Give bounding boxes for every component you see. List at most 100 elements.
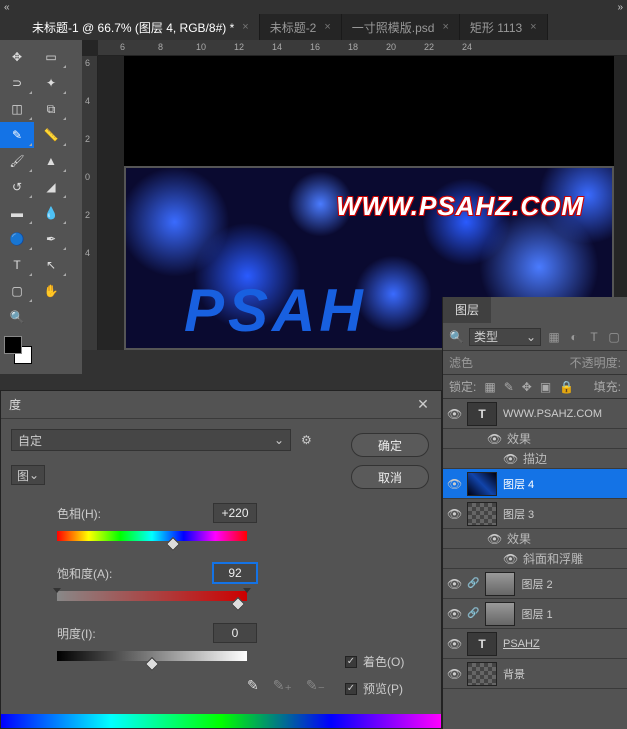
hue-label: 色相(H): — [57, 505, 101, 522]
brush-tool[interactable]: 🖌 — [0, 148, 34, 174]
document-tab[interactable]: 未标题-2× — [260, 14, 342, 40]
layer-thumb — [467, 662, 497, 686]
layer-row[interactable]: 👁 T PSAHZ — [443, 629, 627, 659]
dodge-tool[interactable]: 🔵 — [0, 226, 34, 252]
visibility-icon[interactable]: 👁 — [487, 532, 501, 546]
slice-tool[interactable]: ⧉ — [34, 96, 68, 122]
close-tab-icon[interactable]: × — [530, 21, 536, 33]
shape-tool[interactable]: ▢ — [0, 278, 34, 304]
visibility-icon[interactable]: 👁 — [447, 607, 461, 621]
document-tab[interactable]: 一寸照模版.psd× — [342, 14, 460, 40]
filter-adjust-icon[interactable]: ◐ — [567, 330, 581, 344]
visibility-icon[interactable]: 👁 — [447, 667, 461, 681]
visibility-icon[interactable]: 👁 — [487, 432, 501, 446]
filter-shape-icon[interactable]: ▢ — [607, 330, 621, 344]
type-layer-icon: T — [467, 632, 497, 656]
eyedropper-sub-icon[interactable]: ✎₋ — [306, 677, 325, 694]
blend-mode[interactable]: 滤色 — [449, 354, 473, 371]
layer-row[interactable]: 👁 图层 4 — [443, 469, 627, 499]
visibility-icon[interactable]: 👁 — [447, 507, 461, 521]
lasso-tool[interactable]: ⊃ — [0, 70, 34, 96]
close-icon[interactable]: ✕ — [413, 396, 433, 413]
menu-chevron-left[interactable]: « — [4, 2, 10, 13]
sat-value[interactable]: 92 — [213, 563, 257, 583]
colorize-checkbox[interactable]: ✓着色(O) — [345, 653, 404, 670]
link-icon[interactable]: 🔗 — [467, 608, 479, 619]
layer-name[interactable]: 图层 3 — [503, 506, 623, 522]
visibility-icon[interactable]: 👁 — [447, 407, 461, 421]
lock-pixel-icon[interactable]: ✎ — [504, 380, 514, 394]
layer-name[interactable]: WWW.PSAHZ.COM — [503, 408, 623, 420]
document-tab[interactable]: 未标题-1 @ 66.7% (图层 4, RGB/8#) *× — [22, 14, 260, 40]
filter-type-select[interactable]: 类型⌄ — [469, 328, 541, 346]
gradient-tool[interactable]: ▬ — [0, 200, 34, 226]
sat-slider[interactable] — [57, 591, 247, 601]
move-tool[interactable]: ✥ — [0, 44, 34, 70]
marquee-tool[interactable]: ▭ — [34, 44, 68, 70]
link-icon[interactable]: 🔗 — [467, 578, 479, 589]
zoom-tool[interactable]: 🔍 — [0, 304, 34, 330]
layer-row[interactable]: 👁 🔗 图层 1 — [443, 599, 627, 629]
preset-select[interactable]: 自定⌄ — [11, 429, 291, 451]
close-tab-icon[interactable]: × — [442, 21, 448, 33]
lock-pos-icon[interactable]: ✥ — [522, 380, 532, 394]
lock-all-icon[interactable]: ▦ — [484, 380, 495, 394]
fx-label: 效果 — [507, 430, 531, 447]
pen-tool[interactable]: ✒ — [34, 226, 68, 252]
type-tool[interactable]: T — [0, 252, 34, 278]
document-tab[interactable]: 矩形 1113× — [460, 14, 548, 40]
stamp-tool[interactable]: ▲ — [34, 148, 68, 174]
hue-slider[interactable] — [57, 531, 247, 541]
cancel-button[interactable]: 取消 — [351, 465, 429, 489]
hand-tool[interactable]: ✋ — [34, 278, 68, 304]
layers-tab[interactable]: 图层 — [443, 297, 491, 323]
path-tool[interactable]: ↖ — [34, 252, 68, 278]
layer-name[interactable]: 背景 — [503, 666, 623, 682]
visibility-icon[interactable]: 👁 — [447, 637, 461, 651]
channel-select[interactable]: 图 ⌄ — [11, 465, 45, 485]
fx-item[interactable]: 斜面和浮雕 — [523, 550, 583, 567]
color-swatch[interactable] — [4, 336, 32, 364]
visibility-icon[interactable]: 👁 — [447, 577, 461, 591]
hue-bar — [1, 714, 441, 728]
layer-name[interactable]: 图层 1 — [521, 606, 623, 622]
layer-name[interactable]: 图层 4 — [503, 476, 623, 492]
layer-thumb — [485, 572, 515, 596]
visibility-icon[interactable]: 👁 — [447, 477, 461, 491]
fx-label: 效果 — [507, 530, 531, 547]
hue-value[interactable]: +220 — [213, 503, 257, 523]
filter-type-icon[interactable]: T — [587, 330, 601, 344]
close-tab-icon[interactable]: × — [242, 21, 248, 33]
fx-item[interactable]: 描边 — [523, 450, 547, 467]
layer-row[interactable]: 👁 背景 — [443, 659, 627, 689]
visibility-icon[interactable]: 👁 — [503, 452, 517, 466]
lock-icon[interactable]: 🔒 — [559, 380, 574, 394]
document-tabs: 未标题-1 @ 66.7% (图层 4, RGB/8#) *×未标题-2×一寸照… — [0, 14, 627, 40]
layer-row[interactable]: 👁TWWW.PSAHZ.COM — [443, 399, 627, 429]
preset-value: 自定 — [18, 432, 42, 449]
eyedropper-main-icon[interactable]: ✎ — [247, 677, 259, 694]
crop-tool[interactable]: ◫ — [0, 96, 34, 122]
lig-slider[interactable] — [57, 651, 247, 661]
wand-tool[interactable]: ✦ — [34, 70, 68, 96]
close-tab-icon[interactable]: × — [324, 21, 330, 33]
history-brush-tool[interactable]: ↺ — [0, 174, 34, 200]
layer-row[interactable]: 👁 图层 3 — [443, 499, 627, 529]
eyedropper-add-icon[interactable]: ✎₊ — [273, 677, 292, 694]
search-icon[interactable]: 🔍 — [449, 330, 463, 344]
layer-row[interactable]: 👁 🔗 图层 2 — [443, 569, 627, 599]
layer-name[interactable]: 图层 2 — [521, 576, 623, 592]
ok-button[interactable]: 确定 — [351, 433, 429, 457]
lock-artboard-icon[interactable]: ▣ — [540, 380, 551, 394]
filter-image-icon[interactable]: ▦ — [547, 330, 561, 344]
blur-tool[interactable]: 💧 — [34, 200, 68, 226]
menu-chevron-right[interactable]: » — [617, 2, 623, 13]
lig-label: 明度(I): — [57, 625, 96, 642]
lig-value[interactable]: 0 — [213, 623, 257, 643]
eraser-tool[interactable]: ◢ — [34, 174, 68, 200]
gear-icon[interactable]: ⚙ — [301, 433, 312, 447]
visibility-icon[interactable]: 👁 — [503, 552, 517, 566]
ruler-tool[interactable]: 📏 — [34, 122, 68, 148]
layer-name[interactable]: PSAHZ — [503, 638, 623, 650]
eyedropper-tool[interactable]: ✎ — [0, 122, 34, 148]
